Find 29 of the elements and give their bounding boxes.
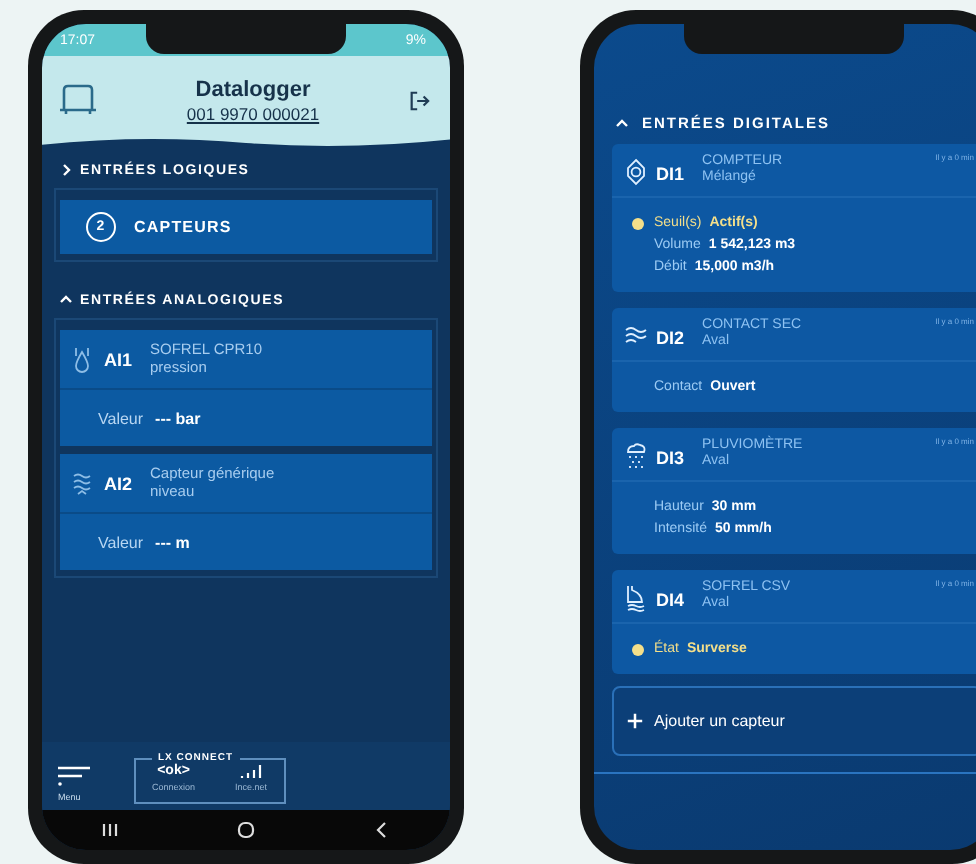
waves-icon <box>72 469 92 497</box>
input-id: AI1 <box>104 349 133 369</box>
input-id: DI1 <box>656 164 685 184</box>
chevron-icon <box>58 162 74 178</box>
chevron-icon <box>614 115 630 131</box>
meter-icon <box>624 158 648 186</box>
add-sensor-button[interactable]: Ajouter un capteur <box>612 686 976 756</box>
value-label: Valeur <box>98 409 144 427</box>
channel-icon <box>624 584 648 612</box>
input-id: AI2 <box>104 473 133 493</box>
back-icon[interactable] <box>372 820 392 840</box>
home-icon[interactable] <box>236 820 256 840</box>
signal-icon <box>239 764 264 780</box>
value-label: Valeur <box>98 533 144 551</box>
logout-icon[interactable] <box>408 89 430 111</box>
value-text: --- bar <box>155 409 201 427</box>
drop-icon <box>72 345 92 373</box>
menu-icon[interactable] <box>58 766 90 786</box>
device-title: Datalogger <box>195 77 311 101</box>
input-id: DI4 <box>656 590 685 610</box>
input-id: DI2 <box>656 328 685 348</box>
rain-icon <box>624 442 648 470</box>
recents-icon[interactable] <box>100 820 120 840</box>
input-id: DI3 <box>656 448 685 468</box>
device-icon <box>58 82 98 118</box>
plus-icon <box>626 712 644 730</box>
value-text: --- m <box>155 533 190 551</box>
chevron-icon <box>58 292 74 308</box>
serial-link[interactable]: 001 9970 000021 <box>186 103 320 123</box>
